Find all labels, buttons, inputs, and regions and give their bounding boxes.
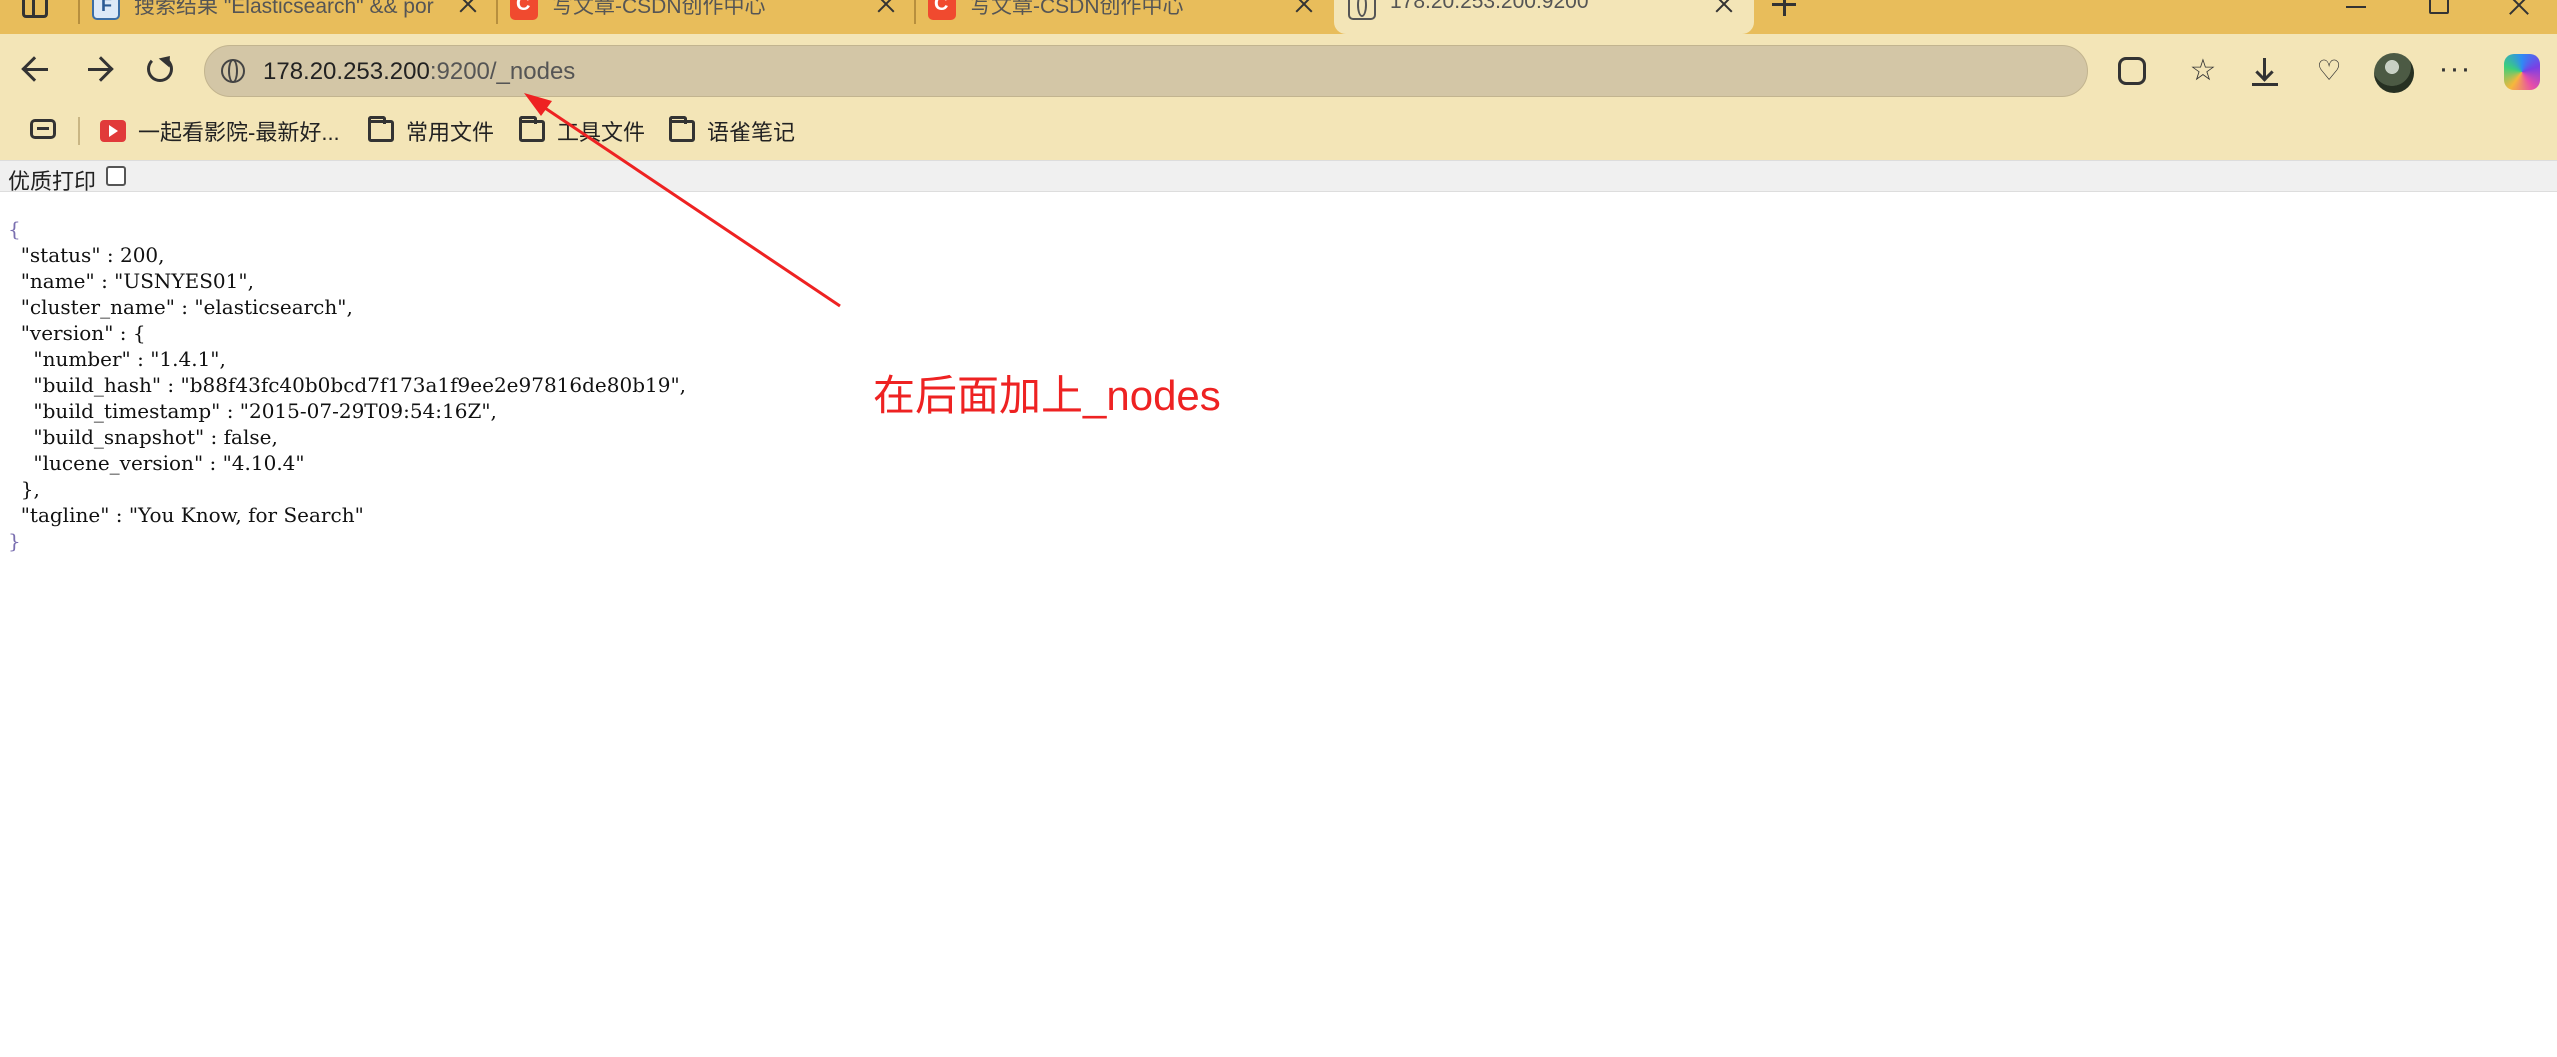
annotation-arrow-head [524, 93, 552, 116]
annotation-arrow [524, 93, 841, 308]
annotation-arrow-line [535, 100, 841, 308]
annotation-text: 在后面加上_nodes [873, 372, 1221, 419]
